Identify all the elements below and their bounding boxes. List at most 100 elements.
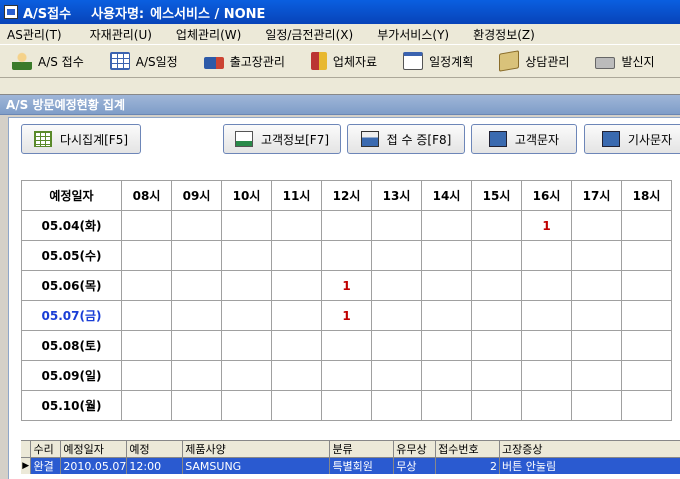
list-row[interactable]: ▶ 완결 2010.05.07 12:00 SAMSUNG 특별회원 무상 2 … [21,457,680,474]
count-cell[interactable] [171,360,222,391]
count-cell[interactable] [271,270,322,301]
toolbar-consult-button[interactable]: 상담관리 [499,50,569,72]
count-cell[interactable] [521,390,572,421]
count-cell[interactable] [571,210,622,241]
count-cell[interactable] [571,330,622,361]
count-cell[interactable] [621,270,672,301]
count-cell[interactable] [621,300,672,331]
count-cell[interactable] [121,330,172,361]
count-cell[interactable] [521,330,572,361]
count-cell[interactable] [421,300,472,331]
customer-sms-button[interactable]: 고객문자 [471,124,577,154]
menu-schedule[interactable]: 일정/금전관리(X) [260,26,358,43]
count-cell[interactable] [121,300,172,331]
count-cell[interactable] [571,390,622,421]
date-cell[interactable]: 05.07(금) [21,300,122,331]
list-column-header[interactable]: 접수번호 [435,441,500,458]
count-cell[interactable] [271,300,322,331]
list-column-header[interactable]: 제품사양 [182,441,331,458]
count-cell[interactable] [471,270,522,301]
count-cell[interactable] [471,240,522,271]
count-cell[interactable] [371,330,422,361]
count-cell[interactable] [421,330,472,361]
count-cell[interactable] [471,360,522,391]
menu-as[interactable]: AS관리(T) [2,26,67,43]
list-column-header[interactable]: 예정일자 [60,441,128,458]
count-cell[interactable] [571,300,622,331]
toolbar-as-schedule-button[interactable]: A/S일정 [109,52,178,70]
count-cell[interactable] [471,330,522,361]
count-cell[interactable] [171,300,222,331]
list-column-header[interactable]: 고장증상 [499,441,680,458]
count-cell[interactable] [271,240,322,271]
count-cell[interactable] [221,360,272,391]
count-cell[interactable] [121,270,172,301]
count-cell[interactable] [121,360,172,391]
list-column-header[interactable]: 예정 [126,441,184,458]
count-cell[interactable] [271,390,322,421]
count-cell[interactable] [321,330,372,361]
tech-sms-button[interactable]: 기사문자 [584,124,680,154]
menu-material[interactable]: 자재관리(U) [85,26,157,43]
count-cell[interactable] [421,210,472,241]
list-column-header[interactable]: 분류 [329,441,395,458]
toolbar-warehouse-button[interactable]: 출고장관리 [203,53,285,70]
customer-info-button[interactable]: 고객정보[F7] [223,124,341,154]
count-cell[interactable] [371,270,422,301]
list-column-header[interactable]: 유무상 [393,441,437,458]
menu-company[interactable]: 업체관리(W) [171,26,246,43]
count-cell[interactable] [221,330,272,361]
refresh-button[interactable]: 다시집계[F5] [21,124,141,154]
count-cell[interactable] [521,300,572,331]
count-cell[interactable] [371,210,422,241]
toolbar-plan-button[interactable]: 일정계획 [403,52,473,70]
count-cell[interactable] [171,240,222,271]
count-cell[interactable]: 1 [521,210,572,241]
date-cell[interactable]: 05.08(토) [21,330,122,361]
receipt-button[interactable]: 접 수 증[F8] [347,124,465,154]
count-cell[interactable] [621,360,672,391]
count-cell[interactable] [421,240,472,271]
date-cell[interactable]: 05.10(월) [21,390,122,421]
count-cell[interactable] [621,210,672,241]
count-cell[interactable] [271,360,322,391]
count-cell[interactable]: 1 [321,300,372,331]
toolbar-caller-button[interactable]: 발신지 [595,53,655,70]
count-cell[interactable] [171,270,222,301]
count-cell[interactable] [121,240,172,271]
count-cell[interactable] [321,210,372,241]
count-cell[interactable] [221,300,272,331]
menu-extra[interactable]: 부가서비스(Y) [372,26,454,43]
count-cell[interactable] [471,210,522,241]
toolbar-company-data-button[interactable]: 업체자료 [310,52,377,70]
date-cell[interactable]: 05.06(목) [21,270,122,301]
count-cell[interactable] [321,240,372,271]
count-cell[interactable] [571,360,622,391]
count-cell[interactable] [221,270,272,301]
count-cell[interactable] [521,360,572,391]
count-cell[interactable] [221,390,272,421]
count-cell[interactable] [221,210,272,241]
count-cell[interactable] [571,270,622,301]
count-cell[interactable] [421,270,472,301]
count-cell[interactable] [271,330,322,361]
count-cell[interactable] [171,330,222,361]
count-cell[interactable] [371,390,422,421]
count-cell[interactable] [371,240,422,271]
count-cell[interactable] [421,390,472,421]
count-cell[interactable] [471,300,522,331]
count-cell[interactable] [271,210,322,241]
count-cell[interactable] [371,360,422,391]
count-cell[interactable] [171,210,222,241]
count-cell[interactable] [321,390,372,421]
count-cell[interactable] [121,210,172,241]
count-cell[interactable] [221,240,272,271]
count-cell[interactable] [521,270,572,301]
date-cell[interactable]: 05.04(화) [21,210,122,241]
count-cell[interactable]: 1 [321,270,372,301]
count-cell[interactable] [421,360,472,391]
count-cell[interactable] [621,390,672,421]
count-cell[interactable] [621,240,672,271]
count-cell[interactable] [171,390,222,421]
count-cell[interactable] [621,330,672,361]
